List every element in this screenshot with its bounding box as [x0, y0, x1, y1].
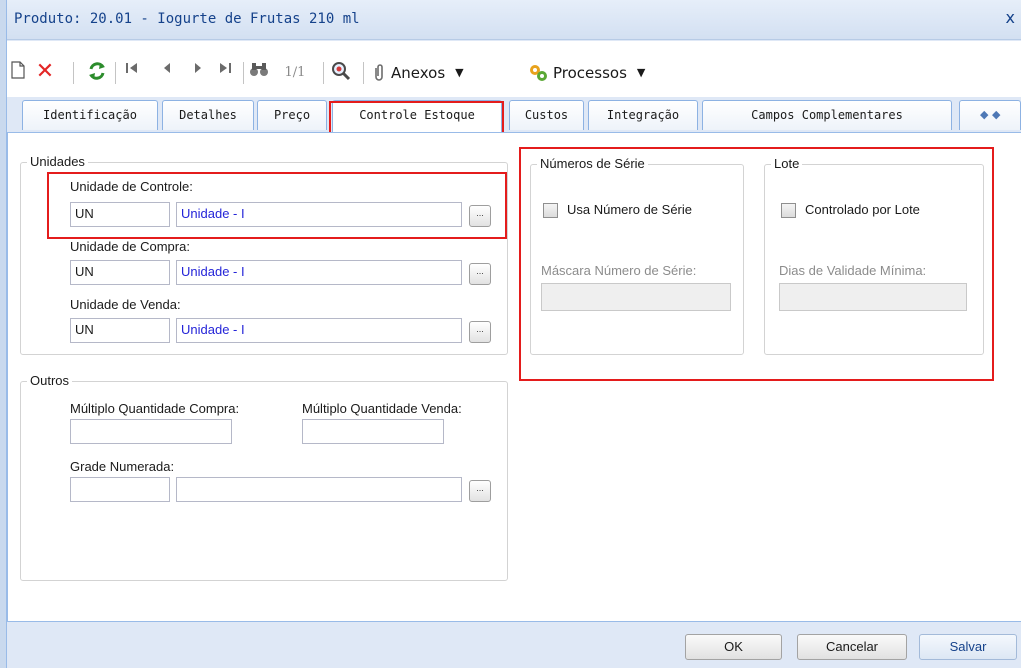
new-document-icon[interactable]	[11, 61, 27, 85]
processes-button[interactable]: Processos ▼	[527, 61, 687, 85]
search-icon[interactable]	[331, 61, 355, 85]
first-record-icon[interactable]	[124, 61, 144, 85]
purchase-unit-code-input[interactable]: UN	[70, 260, 170, 285]
next-record-icon[interactable]	[192, 61, 208, 85]
ok-button[interactable]: OK	[685, 634, 782, 660]
paperclip-icon	[375, 64, 383, 81]
purchase-multiple-input[interactable]	[70, 419, 232, 444]
tab-campos-complementares[interactable]: Campos Complementares	[702, 100, 952, 130]
sale-multiple-label: Múltiplo Quantidade Venda:	[302, 401, 462, 416]
product-window: Produto: 20.01 - Iogurte de Frutas 210 m…	[6, 0, 1021, 668]
toolbar-separator	[115, 62, 116, 84]
control-unit-highlight	[47, 172, 507, 239]
last-record-icon[interactable]	[217, 61, 237, 85]
numbered-grid-description-input[interactable]	[176, 477, 462, 502]
tab-scroll-right-icon[interactable]: ◆	[992, 108, 1000, 121]
chevron-down-icon: ▼	[455, 66, 464, 79]
save-button[interactable]: Salvar	[919, 634, 1017, 660]
tab-strip: Identificação Detalhes Preço Controle Es…	[7, 100, 1021, 133]
binoculars-icon[interactable]	[249, 61, 273, 85]
purchase-multiple-label: Múltiplo Quantidade Compra:	[70, 401, 240, 416]
tab-scroll-left-icon[interactable]: ◆	[980, 108, 988, 121]
title-bar: Produto: 20.01 - Iogurte de Frutas 210 m…	[7, 0, 1021, 40]
numbered-grid-label: Grade Numerada:	[70, 459, 175, 474]
processes-label: Processos	[553, 64, 627, 82]
delete-icon[interactable]: ✕	[35, 61, 55, 85]
sale-unit-description-input[interactable]: Unidade - I	[176, 318, 462, 343]
tab-custos[interactable]: Custos	[509, 100, 584, 130]
units-legend: Unidades	[27, 154, 88, 169]
toolbar-separator	[323, 62, 324, 84]
active-tab-highlight	[329, 101, 504, 135]
toolbar-separator	[73, 62, 74, 84]
tab-preco[interactable]: Preço	[257, 100, 327, 130]
dialog-footer: OK Cancelar Salvar	[7, 622, 1021, 668]
cancel-button[interactable]: Cancelar	[797, 634, 907, 660]
close-icon[interactable]: x	[1006, 8, 1015, 27]
tab-detalhes[interactable]: Detalhes	[162, 100, 254, 130]
toolbar: ✕ 1/1 Anexos ▼ Processos ▼	[7, 41, 1021, 97]
numbered-grid-lookup-button[interactable]: ...	[469, 480, 491, 502]
sale-unit-label: Unidade de Venda:	[70, 297, 181, 312]
toolbar-separator	[243, 62, 244, 84]
refresh-icon[interactable]	[87, 61, 109, 85]
numbered-grid-code-input[interactable]	[70, 477, 170, 502]
gears-icon	[530, 65, 547, 81]
sale-unit-code-input[interactable]: UN	[70, 318, 170, 343]
attachments-button[interactable]: Anexos ▼	[371, 61, 521, 85]
purchase-unit-label: Unidade de Compra:	[70, 239, 190, 254]
window-title: Produto: 20.01 - Iogurte de Frutas 210 m…	[14, 11, 360, 27]
others-legend: Outros	[27, 373, 73, 388]
purchase-unit-lookup-button[interactable]: ...	[469, 263, 491, 285]
sale-unit-lookup-button[interactable]: ...	[469, 321, 491, 343]
serial-lot-highlight	[519, 147, 994, 381]
purchase-unit-description-input[interactable]: Unidade - I	[176, 260, 462, 285]
tab-integracao[interactable]: Integração	[588, 100, 698, 130]
attachments-label: Anexos	[391, 64, 446, 82]
previous-record-icon[interactable]	[161, 61, 177, 85]
tab-panel-controle-estoque: Unidades Unidade de Controle: UN Unidade…	[7, 132, 1021, 622]
toolbar-separator	[363, 62, 364, 84]
sale-multiple-input[interactable]	[302, 419, 444, 444]
record-counter: 1/1	[284, 65, 306, 80]
tab-scroll-buttons[interactable]: ◆ ◆	[959, 100, 1021, 130]
chevron-down-icon: ▼	[636, 66, 646, 79]
tab-identificacao[interactable]: Identificação	[22, 100, 158, 130]
